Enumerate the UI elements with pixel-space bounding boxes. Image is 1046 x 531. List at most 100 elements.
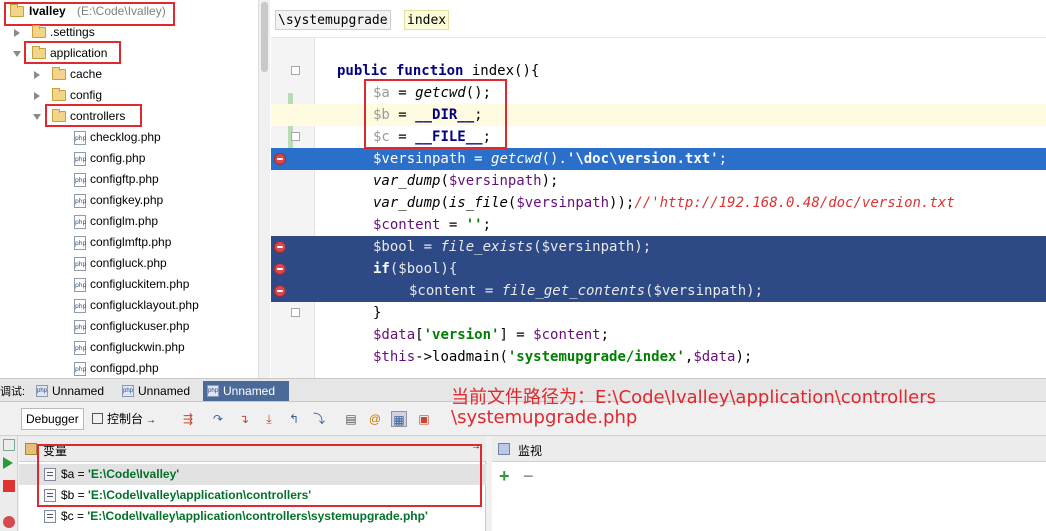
tree-item-label: configftp.php [90,172,159,186]
fold-icon[interactable] [291,132,300,141]
php-file-icon: php [74,278,86,292]
code-editor[interactable]: \systemupgrade index public function ind… [271,0,1046,378]
console-pin-arrow: → [146,415,157,426]
tab-label: Unnamed [52,384,105,398]
expand-arrow-icon[interactable] [14,29,20,37]
tree-file[interactable]: php configlm.php [0,211,258,232]
tree-file[interactable]: php configluck.php [0,253,258,274]
code-line: var_dump($versinpath); [373,173,559,189]
console-tab-label: 控制台 [107,412,144,426]
add-watch-button[interactable]: + [499,466,510,487]
variable-row[interactable]: $c = 'E:\Code\Ivalley\application\contro… [19,506,486,527]
tree-item-label: configkey.php [90,193,164,207]
code-line: $this->loadmain('systemupgrade/index',$d… [373,349,753,365]
watch-panel-icon [498,443,510,455]
tree-item-label: configlucklayout.php [90,298,199,312]
console-tab[interactable]: 控制台 → [87,408,161,430]
variable-icon [44,510,56,523]
annotation-line-1: 当前文件路径为：E:\Code\Ivalley\application\cont… [451,387,937,408]
code-line: $content = ''; [373,217,492,233]
scrollbar-thumb[interactable] [261,2,268,72]
highlight-box-variables [37,444,482,507]
debug-tab-2[interactable]: php Unnamed [118,381,198,401]
watch-header: 监视 [492,436,1046,462]
php-session-icon: php [36,385,48,397]
watch-panel: 监视 + − [492,436,1046,531]
collapse-arrow-icon[interactable] [33,114,41,120]
tree-item-settings[interactable]: .settings [0,22,258,43]
variable-name: $c = [61,509,88,523]
debug-panel-label: 调试: [0,386,26,398]
watch-icon[interactable]: @ [367,411,383,427]
debug-tab-3[interactable]: php Unnamed [203,381,289,401]
highlight-box-controllers [45,104,142,127]
step-over-icon[interactable]: ↷ [210,411,226,427]
variables-panel: 变量 → $a = 'E:\Code\Ivalley' $b = 'E:\Cod… [19,436,486,531]
tree-item-label: config.php [90,151,146,165]
collapse-arrow-icon[interactable] [13,51,21,57]
debugger-tab[interactable]: Debugger [21,408,84,430]
tree-item-label: cache [70,67,103,81]
rerun-icon[interactable] [3,439,15,451]
variables-icon [25,443,37,455]
tree-file[interactable]: php configpd.php [0,358,258,378]
tree-file[interactable]: php configluckuser.php [0,316,258,337]
code-line-breakpoint: $bool = file_exists($versinpath); [271,236,1046,258]
tree-file[interactable]: php configlucklayout.php [0,295,258,316]
tree-file[interactable]: php configkey.php [0,190,258,211]
show-execution-point-icon[interactable]: ⇶ [180,411,196,427]
tree-item-label: configlmftp.php [90,235,172,249]
force-step-into-icon[interactable]: ⤓ [261,411,277,427]
run-to-cursor-icon[interactable]: ⤵ [311,411,327,427]
step-into-icon[interactable]: ↴ [236,411,252,427]
console-icon [92,413,103,424]
expand-arrow-icon[interactable] [34,71,40,79]
tree-file[interactable]: php configftp.php [0,169,258,190]
php-file-icon: php [74,257,86,271]
tree-file[interactable]: php configluckwin.php [0,337,258,358]
folder-icon [52,67,66,80]
breakpoint-icon[interactable] [274,263,286,275]
tree-item-label: configluck.php [90,256,167,270]
tree-file[interactable]: php checklog.php [0,127,258,148]
fold-icon[interactable] [291,308,300,317]
highlight-box-code [364,79,507,149]
tab-label: Unnamed [138,384,191,398]
breadcrumb-function[interactable]: index [404,10,450,30]
breakpoint-icon[interactable] [274,153,286,165]
watch-title: 监视 [518,444,543,458]
remove-watch-button[interactable]: − [523,466,534,487]
highlight-box-application [24,41,121,64]
php-session-icon: php [207,385,219,397]
php-file-icon: php [74,341,86,355]
annotation-line-2: \systemupgrade.php [451,407,638,428]
variable-value: 'E:\Code\Ivalley\application\controllers… [87,509,428,523]
tree-file[interactable]: php config.php [0,148,258,169]
tree-item-label: configluckuser.php [90,319,190,333]
stop-icon[interactable] [3,480,15,492]
debug-panel: 调试: php Unnamed php Unnamed php Unnamed … [0,378,1046,531]
tree-item-config[interactable]: config [0,85,258,106]
breakpoint-icon[interactable] [274,285,286,297]
debug-tab-1[interactable]: php Unnamed [32,381,112,401]
tree-file[interactable]: php configluckitem.php [0,274,258,295]
evaluate-icon[interactable]: ▤ [343,411,359,427]
folder-icon [32,25,46,38]
php-file-icon: php [74,236,86,250]
breadcrumb-path[interactable]: \systemupgrade [275,10,391,30]
step-out-icon[interactable]: ↰ [286,411,302,427]
code-line-breakpoint: $content = file_get_contents($versinpath… [271,280,1046,302]
breakpoints-icon[interactable] [3,516,15,528]
breadcrumb: \systemupgrade index [271,0,1046,38]
php-file-icon: php [74,362,86,376]
fold-icon[interactable] [291,66,300,75]
toggle-view-icon[interactable]: ▦ [391,411,407,427]
expand-arrow-icon[interactable] [34,92,40,100]
breakpoint-icon[interactable] [274,241,286,253]
resume-icon[interactable] [3,457,13,469]
code-line: var_dump(is_file($versinpath));//'http:/… [373,195,955,211]
tree-item-cache[interactable]: cache [0,64,258,85]
restore-layout-icon[interactable]: ▣ [416,411,432,427]
tree-scrollbar[interactable] [258,0,270,378]
tree-file[interactable]: php configlmftp.php [0,232,258,253]
